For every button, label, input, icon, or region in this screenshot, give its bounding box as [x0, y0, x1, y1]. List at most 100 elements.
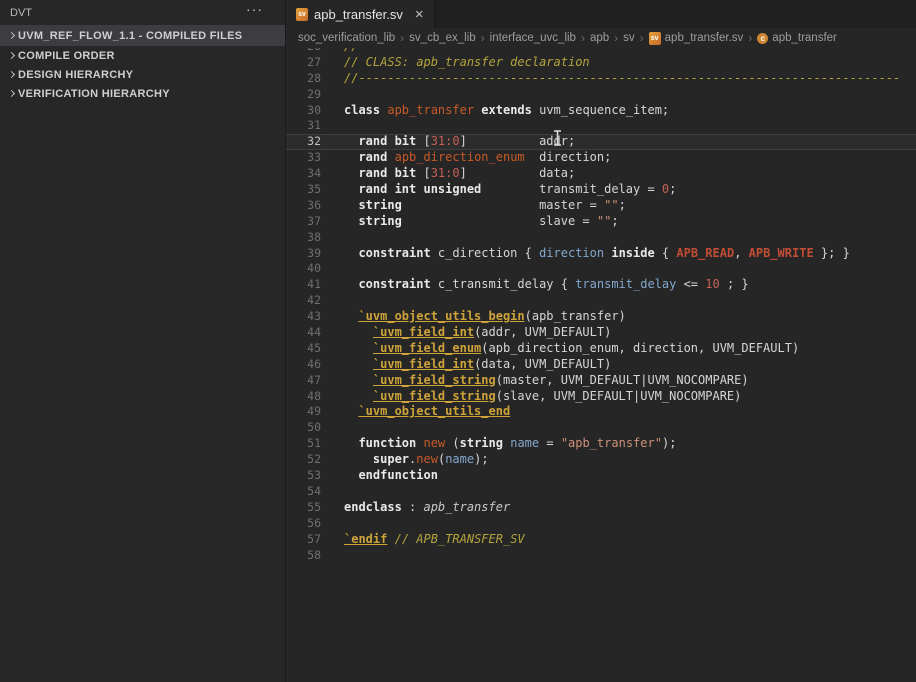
line-number: 56	[286, 516, 321, 532]
breadcrumb-label: apb	[590, 32, 609, 44]
sidebar-item-design-hierarchy[interactable]: DESIGN HIERARCHY	[0, 65, 285, 84]
breadcrumb-separator: ›	[400, 31, 404, 45]
sidebar-item-compile-order[interactable]: COMPILE ORDER	[0, 46, 285, 65]
line-number: 37	[286, 214, 321, 230]
breadcrumb-label: soc_verification_lib	[298, 32, 395, 44]
sidebar-item-uvm-ref-flow-1-1-compiled-files[interactable]: UVM_REF_FLOW_1.1 - COMPILED FILES	[0, 25, 285, 46]
code-line-31[interactable]: 31	[286, 118, 916, 134]
chevron-right-icon	[5, 33, 18, 38]
code-text: rand int unsigned transmit_delay = 0;	[321, 182, 676, 198]
code-line-35[interactable]: 35 rand int unsigned transmit_delay = 0;	[286, 182, 916, 198]
code-line-26[interactable]: 26//------------------------------------…	[286, 48, 916, 55]
code-line-57[interactable]: 57`endif // APB_TRANSFER_SV	[286, 532, 916, 548]
code-line-33[interactable]: 33 rand apb_direction_enum direction;	[286, 150, 916, 166]
code-text: `uvm_field_string(slave, UVM_DEFAULT|UVM…	[321, 389, 741, 405]
code-line-39[interactable]: 39 constraint c_direction { direction in…	[286, 246, 916, 262]
code-text: //--------------------------------------…	[321, 48, 900, 55]
code-line-42[interactable]: 42	[286, 293, 916, 309]
line-number: 26	[286, 48, 321, 55]
code-line-32[interactable]: 32 rand bit [31:0] addr;	[286, 134, 916, 150]
code-text: rand bit [31:0] data;	[321, 166, 575, 182]
line-number: 38	[286, 230, 321, 246]
line-number: 28	[286, 71, 321, 87]
class-icon: c	[757, 33, 768, 44]
sidebar-item-label: COMPILE ORDER	[18, 50, 115, 62]
code-line-56[interactable]: 56	[286, 516, 916, 532]
line-number: 35	[286, 182, 321, 198]
code-line-37[interactable]: 37 string slave = "";	[286, 214, 916, 230]
breadcrumb-item[interactable]: capb_transfer	[757, 32, 837, 44]
sidebar-item-label: UVM_REF_FLOW_1.1 - COMPILED FILES	[18, 30, 242, 42]
code-text	[321, 87, 344, 103]
more-actions-icon[interactable]: ···	[246, 1, 263, 17]
sidebar-header: DVT ···	[0, 0, 285, 25]
code-line-30[interactable]: 30class apb_transfer extends uvm_sequenc…	[286, 103, 916, 119]
code-line-28[interactable]: 28//------------------------------------…	[286, 71, 916, 87]
code-text: `uvm_object_utils_begin(apb_transfer)	[321, 309, 626, 325]
code-editor[interactable]: 26//------------------------------------…	[286, 48, 916, 682]
breadcrumb-label: interface_uvc_lib	[490, 32, 576, 44]
line-number: 55	[286, 500, 321, 516]
code-line-29[interactable]: 29	[286, 87, 916, 103]
code-line-43[interactable]: 43 `uvm_object_utils_begin(apb_transfer)	[286, 309, 916, 325]
code-line-58[interactable]: 58	[286, 548, 916, 564]
code-line-53[interactable]: 53 endfunction	[286, 468, 916, 484]
breadcrumb-item[interactable]: soc_verification_lib	[298, 32, 395, 44]
code-text: string slave = "";	[321, 214, 619, 230]
line-number: 33	[286, 150, 321, 166]
breadcrumb-item[interactable]: apb	[590, 32, 609, 44]
code-line-55[interactable]: 55endclass : apb_transfer	[286, 500, 916, 516]
code-line-54[interactable]: 54	[286, 484, 916, 500]
line-number: 47	[286, 373, 321, 389]
code-line-49[interactable]: 49 `uvm_object_utils_end	[286, 404, 916, 420]
code-text: rand apb_direction_enum direction;	[321, 150, 611, 166]
sidebar-item-verification-hierarchy[interactable]: VERIFICATION HIERARCHY	[0, 84, 285, 103]
line-number: 46	[286, 357, 321, 373]
sidebar-item-label: VERIFICATION HIERARCHY	[18, 88, 170, 100]
line-number: 50	[286, 420, 321, 436]
breadcrumb-item[interactable]: interface_uvc_lib	[490, 32, 576, 44]
line-number: 31	[286, 118, 321, 134]
chevron-right-icon	[5, 72, 18, 77]
code-line-41[interactable]: 41 constraint c_transmit_delay { transmi…	[286, 277, 916, 293]
sidebar-title: DVT	[10, 7, 32, 19]
code-text: `uvm_object_utils_end	[321, 404, 510, 420]
line-number: 48	[286, 389, 321, 405]
code-line-46[interactable]: 46 `uvm_field_int(data, UVM_DEFAULT)	[286, 357, 916, 373]
line-number: 32	[286, 134, 321, 150]
code-line-36[interactable]: 36 string master = "";	[286, 198, 916, 214]
breadcrumb-separator: ›	[614, 31, 618, 45]
breadcrumb-item[interactable]: svapb_transfer.sv	[649, 32, 744, 45]
code-text: endclass : apb_transfer	[321, 500, 510, 516]
tab-apb-transfer-sv[interactable]: sv apb_transfer.sv ×	[286, 0, 435, 28]
code-line-44[interactable]: 44 `uvm_field_int(addr, UVM_DEFAULT)	[286, 325, 916, 341]
code-line-38[interactable]: 38	[286, 230, 916, 246]
app-window: DVT ··· UVM_REF_FLOW_1.1 - COMPILED FILE…	[0, 0, 916, 682]
code-line-45[interactable]: 45 `uvm_field_enum(apb_direction_enum, d…	[286, 341, 916, 357]
line-number: 39	[286, 246, 321, 262]
code-text: //--------------------------------------…	[321, 71, 900, 87]
code-line-52[interactable]: 52 super.new(name);	[286, 452, 916, 468]
code-line-34[interactable]: 34 rand bit [31:0] data;	[286, 166, 916, 182]
line-number: 40	[286, 261, 321, 277]
code-text	[321, 293, 344, 309]
code-line-47[interactable]: 47 `uvm_field_string(master, UVM_DEFAULT…	[286, 373, 916, 389]
code-line-51[interactable]: 51 function new (string name = "apb_tran…	[286, 436, 916, 452]
code-text: `uvm_field_int(addr, UVM_DEFAULT)	[321, 325, 611, 341]
line-number: 34	[286, 166, 321, 182]
breadcrumb-label: sv_cb_ex_lib	[409, 32, 475, 44]
code-text: function new (string name = "apb_transfe…	[321, 436, 676, 452]
code-line-50[interactable]: 50	[286, 420, 916, 436]
breadcrumb-item[interactable]: sv_cb_ex_lib	[409, 32, 475, 44]
breadcrumb-item[interactable]: sv	[623, 32, 635, 44]
code-line-40[interactable]: 40	[286, 261, 916, 277]
line-number: 51	[286, 436, 321, 452]
close-icon[interactable]: ×	[415, 7, 424, 22]
code-line-48[interactable]: 48 `uvm_field_string(slave, UVM_DEFAULT|…	[286, 389, 916, 405]
code-text	[321, 118, 344, 134]
sv-file-icon: sv	[296, 8, 308, 21]
sidebar-item-label: DESIGN HIERARCHY	[18, 69, 133, 81]
line-number: 30	[286, 103, 321, 119]
code-text	[321, 420, 344, 436]
code-line-27[interactable]: 27// CLASS: apb_transfer declaration	[286, 55, 916, 71]
